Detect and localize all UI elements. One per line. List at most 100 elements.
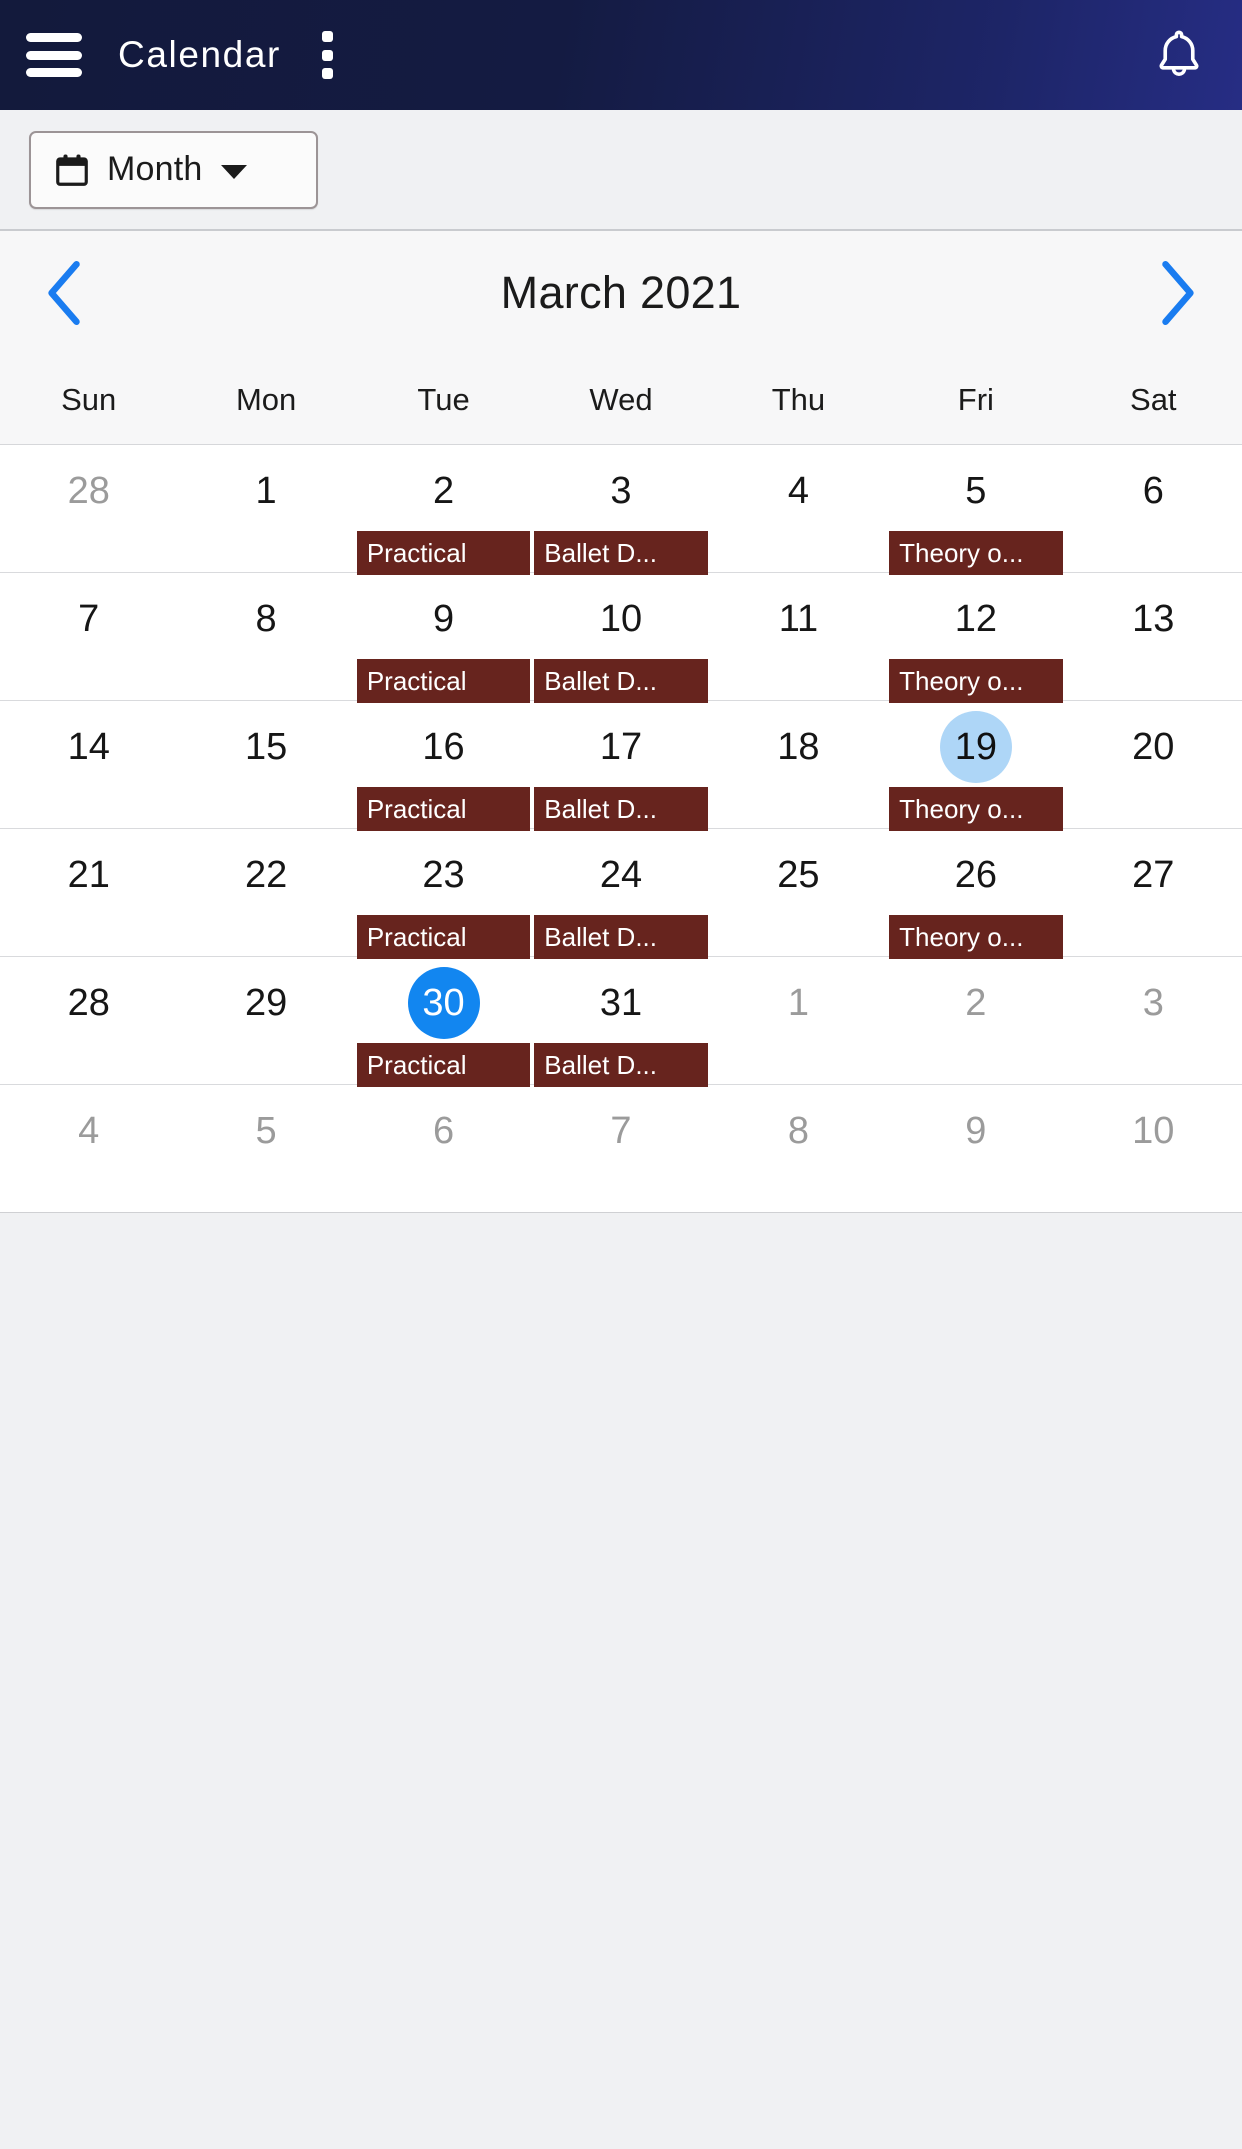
day-number-today[interactable]: 19	[939, 711, 1012, 783]
day-cell[interactable]: 2	[887, 957, 1064, 1084]
day-cell[interactable]: 21	[0, 829, 177, 956]
event-chip[interactable]: Ballet D...	[534, 659, 708, 703]
day-number[interactable]: 4	[762, 455, 834, 527]
day-number[interactable]: 8	[230, 583, 302, 655]
day-number[interactable]: 12	[940, 583, 1012, 655]
event-chip[interactable]: Theory o...	[889, 531, 1063, 575]
day-cell[interactable]: 17 Ballet D...	[532, 701, 709, 831]
day-number[interactable]: 11	[762, 583, 834, 655]
day-number[interactable]: 21	[53, 839, 125, 911]
day-number[interactable]: 7	[585, 1095, 657, 1167]
event-chip[interactable]: Ballet D...	[534, 531, 708, 575]
day-cell[interactable]: 5	[177, 1085, 354, 1212]
day-number[interactable]: 2	[408, 455, 480, 527]
day-cell[interactable]: 29	[177, 957, 354, 1084]
day-cell[interactable]: 4	[710, 445, 887, 572]
day-cell[interactable]: 1	[177, 445, 354, 572]
day-number[interactable]: 13	[1117, 583, 1189, 655]
day-cell[interactable]: 8	[710, 1085, 887, 1212]
day-cell[interactable]: 28	[0, 957, 177, 1084]
day-cell[interactable]: 6	[1065, 445, 1242, 572]
day-cell[interactable]: 25	[710, 829, 887, 956]
day-number[interactable]: 23	[408, 839, 480, 911]
day-number[interactable]: 28	[53, 967, 125, 1039]
day-number[interactable]: 10	[1117, 1095, 1189, 1167]
day-number[interactable]: 6	[1117, 455, 1189, 527]
view-mode-dropdown[interactable]: Month	[29, 130, 318, 209]
day-cell[interactable]: 7	[532, 1085, 709, 1212]
day-number[interactable]: 6	[408, 1095, 480, 1167]
event-chip[interactable]: Ballet D...	[534, 1043, 708, 1087]
day-number[interactable]: 7	[53, 583, 125, 655]
day-number[interactable]: 29	[230, 967, 302, 1039]
day-number[interactable]: 17	[585, 711, 657, 783]
day-number[interactable]: 24	[585, 839, 657, 911]
day-cell[interactable]: 30 Practical	[355, 957, 532, 1087]
day-number[interactable]: 5	[230, 1095, 302, 1167]
day-number[interactable]: 4	[53, 1095, 125, 1167]
day-cell[interactable]: 27	[1065, 829, 1242, 956]
day-cell[interactable]: 2 Practical	[355, 445, 532, 575]
day-number[interactable]: 9	[940, 1095, 1012, 1167]
day-cell[interactable]: 28	[0, 445, 177, 572]
chevron-left-icon[interactable]	[42, 257, 88, 329]
day-cell[interactable]: 9 Practical	[355, 573, 532, 703]
day-number[interactable]: 20	[1117, 711, 1189, 783]
day-number[interactable]: 5	[940, 455, 1012, 527]
event-chip[interactable]: Practical	[356, 659, 531, 703]
day-cell[interactable]: 8	[177, 573, 354, 700]
day-cell[interactable]: 11	[710, 573, 887, 700]
day-cell[interactable]: 20	[1065, 701, 1242, 828]
bell-icon[interactable]	[1150, 24, 1208, 86]
day-cell[interactable]: 1	[710, 957, 887, 1084]
event-chip[interactable]: Theory o...	[889, 915, 1063, 959]
event-chip[interactable]: Practical	[356, 915, 531, 959]
day-cell[interactable]: 19 Theory o...	[887, 701, 1064, 831]
day-number[interactable]: 1	[230, 455, 302, 527]
day-number[interactable]: 16	[408, 711, 480, 783]
event-chip[interactable]: Practical	[356, 1043, 531, 1087]
day-number[interactable]: 8	[762, 1095, 834, 1167]
day-number[interactable]: 2	[940, 967, 1012, 1039]
hamburger-menu-icon[interactable]	[26, 33, 82, 77]
day-cell[interactable]: 6	[355, 1085, 532, 1212]
day-cell[interactable]: 12 Theory o...	[887, 573, 1064, 703]
day-cell[interactable]: 10	[1065, 1085, 1242, 1212]
day-cell[interactable]: 15	[177, 701, 354, 828]
day-number[interactable]: 26	[940, 839, 1012, 911]
event-chip[interactable]: Theory o...	[889, 787, 1063, 831]
event-chip[interactable]: Ballet D...	[534, 787, 708, 831]
day-cell[interactable]: 4	[0, 1085, 177, 1212]
chevron-right-icon[interactable]	[1154, 257, 1200, 329]
day-cell[interactable]: 16 Practical	[355, 701, 532, 831]
day-number[interactable]: 3	[585, 455, 657, 527]
event-chip[interactable]: Theory o...	[889, 659, 1063, 703]
day-cell[interactable]: 3	[1065, 957, 1242, 1084]
day-number[interactable]: 14	[53, 711, 125, 783]
day-cell[interactable]: 7	[0, 573, 177, 700]
day-cell[interactable]: 18	[710, 701, 887, 828]
event-chip[interactable]: Practical	[356, 531, 531, 575]
day-number[interactable]: 31	[585, 967, 657, 1039]
day-cell[interactable]: 22	[177, 829, 354, 956]
event-chip[interactable]: Ballet D...	[534, 915, 708, 959]
day-number[interactable]: 1	[762, 967, 834, 1039]
day-cell[interactable]: 14	[0, 701, 177, 828]
day-number[interactable]: 15	[230, 711, 302, 783]
day-number[interactable]: 9	[408, 583, 480, 655]
day-number[interactable]: 28	[53, 455, 125, 527]
day-number[interactable]: 10	[585, 583, 657, 655]
day-number[interactable]: 3	[1117, 967, 1189, 1039]
event-chip[interactable]: Practical	[356, 787, 531, 831]
day-number[interactable]: 25	[762, 839, 834, 911]
day-number[interactable]: 27	[1117, 839, 1189, 911]
day-cell[interactable]: 26 Theory o...	[887, 829, 1064, 959]
day-cell[interactable]: 3 Ballet D...	[532, 445, 709, 575]
kebab-menu-icon[interactable]	[315, 31, 341, 79]
day-cell[interactable]: 9	[887, 1085, 1064, 1212]
day-cell[interactable]: 31 Ballet D...	[532, 957, 709, 1087]
day-cell[interactable]: 5 Theory o...	[887, 445, 1064, 575]
day-number[interactable]: 22	[230, 839, 302, 911]
day-number[interactable]: 18	[762, 711, 834, 783]
day-cell[interactable]: 24 Ballet D...	[532, 829, 709, 959]
